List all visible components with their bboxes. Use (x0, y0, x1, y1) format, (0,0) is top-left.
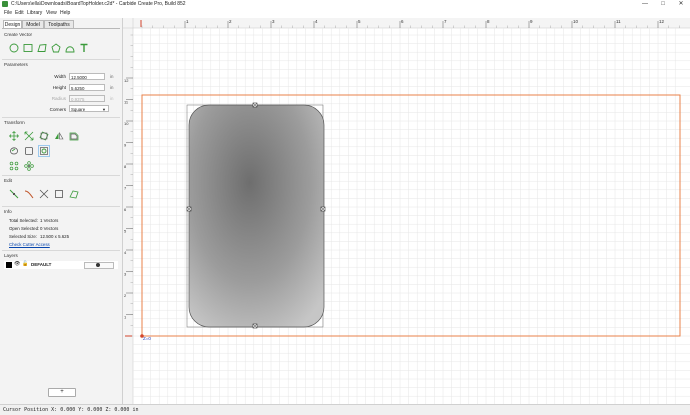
x-ruler-label: 11 (616, 19, 621, 24)
eye-icon[interactable]: 👁 (14, 261, 20, 267)
selected-size-value: 12.500 x 5.625 (40, 234, 70, 239)
layers-heading: Layers (4, 253, 18, 258)
status-bar: Cursor Position X: 0.000 Y: 0.000 Z: 0.0… (0, 404, 690, 415)
bounding-box-icon[interactable] (54, 189, 64, 199)
extend-icon[interactable] (39, 189, 49, 199)
info-heading: Info (4, 209, 12, 214)
width-unit: in (110, 74, 114, 79)
open-selected-label: Open Selected: (9, 226, 40, 231)
offset-icon[interactable] (69, 131, 79, 141)
corners-select[interactable]: Square ▼ (69, 105, 109, 112)
transform-heading: Transform (4, 120, 25, 125)
x-ruler-label: 12 (659, 19, 665, 24)
chevron-down-icon: ▼ (102, 107, 106, 112)
y-ruler-label: 10 (124, 121, 129, 126)
edit-heading: Edit (4, 178, 12, 183)
curve-icon[interactable] (65, 43, 75, 53)
parameters-heading: Parameters (4, 62, 28, 67)
rectangle-icon[interactable] (23, 43, 33, 53)
bounding-square-icon[interactable] (24, 146, 34, 156)
minimize-button[interactable]: — (636, 0, 654, 9)
maximize-button[interactable]: □ (654, 0, 672, 9)
width-label: Width (54, 74, 66, 79)
align-icon[interactable] (24, 161, 34, 171)
menu-help[interactable]: Help (60, 10, 70, 16)
gear-icon (96, 263, 100, 267)
window-title: C:\Users\ella\Downloads\BoardTopHolder.c… (11, 1, 186, 7)
add-layer-button[interactable]: + (48, 388, 76, 397)
corners-value: Square (71, 107, 86, 112)
lock-icon[interactable]: 🔓 (22, 261, 28, 267)
total-selected-value: 1 Vectors (40, 218, 59, 223)
rotate-icon[interactable] (39, 131, 49, 141)
selected-size-label: Selected Size: (9, 234, 38, 239)
design-canvas[interactable]: 1 2 3 4 5 6 7 8 9 10 11 12 12 11 10 9 8 7 6 5 4 3 2 1 Z=0 (123, 18, 690, 404)
menu-edit[interactable]: Edit (15, 10, 24, 16)
layer-name: DEFAULT (31, 262, 52, 267)
array-icon[interactable] (9, 161, 19, 171)
join-icon[interactable] (69, 189, 79, 199)
node-edit-icon[interactable] (9, 189, 19, 199)
center-icon[interactable] (38, 145, 50, 157)
open-selected-value: 0 Vectors (40, 226, 59, 231)
polygon-icon[interactable] (37, 43, 47, 53)
layer-color-swatch[interactable] (6, 262, 12, 268)
radius-field[interactable]: 0.9375 (69, 95, 105, 102)
pentagon-icon[interactable] (51, 43, 61, 53)
corners-label: Corners (49, 107, 66, 112)
group-icon[interactable] (9, 146, 19, 156)
radius-label: Radius (51, 96, 66, 101)
radius-unit: in (110, 96, 114, 101)
check-cutter-access-link[interactable]: Check Cutter Access (9, 242, 50, 247)
height-label: Height (52, 85, 66, 90)
canvas-graphics[interactable]: 1 2 3 4 5 6 7 8 9 10 11 12121110987654321 Z=0 (123, 18, 690, 404)
app-icon (2, 1, 8, 7)
total-selected-label: Total Selected: (9, 218, 38, 223)
menu-bar: File Edit Library View Help (0, 9, 690, 18)
height-unit: in (110, 85, 114, 90)
horizontal-ruler (123, 18, 690, 28)
close-button[interactable]: ✕ (672, 0, 690, 9)
menu-file[interactable]: File (4, 10, 12, 16)
width-field[interactable]: 12.5000 (69, 73, 105, 80)
rounded-rectangle-shape[interactable] (188, 104, 325, 328)
layer-row[interactable]: 👁 🔓 DEFAULT (4, 261, 118, 269)
circle-icon[interactable] (9, 43, 19, 53)
height-field[interactable]: 5.6250 (69, 84, 105, 91)
origin-label: Z=0 (143, 336, 151, 341)
layer-settings-button[interactable] (84, 262, 114, 269)
y-ruler-label: 12 (124, 78, 129, 83)
menu-view[interactable]: View (46, 10, 57, 16)
text-icon[interactable] (79, 43, 89, 53)
scale-icon[interactable] (24, 131, 34, 141)
menu-library[interactable]: Library (27, 10, 42, 16)
cursor-position: Cursor Position X: 0.000 Y: 0.000 Z: 0.0… (3, 407, 139, 413)
x-ruler-label: 10 (573, 19, 579, 24)
design-panel: Design Model Toolpaths Create Vector Par… (0, 18, 123, 404)
move-icon[interactable] (9, 131, 19, 141)
trim-icon[interactable] (24, 189, 34, 199)
mirror-icon[interactable] (54, 131, 64, 141)
create-vector-heading: Create Vector (4, 32, 33, 37)
title-bar: C:\Users\ella\Downloads\BoardTopHolder.c… (0, 0, 690, 9)
